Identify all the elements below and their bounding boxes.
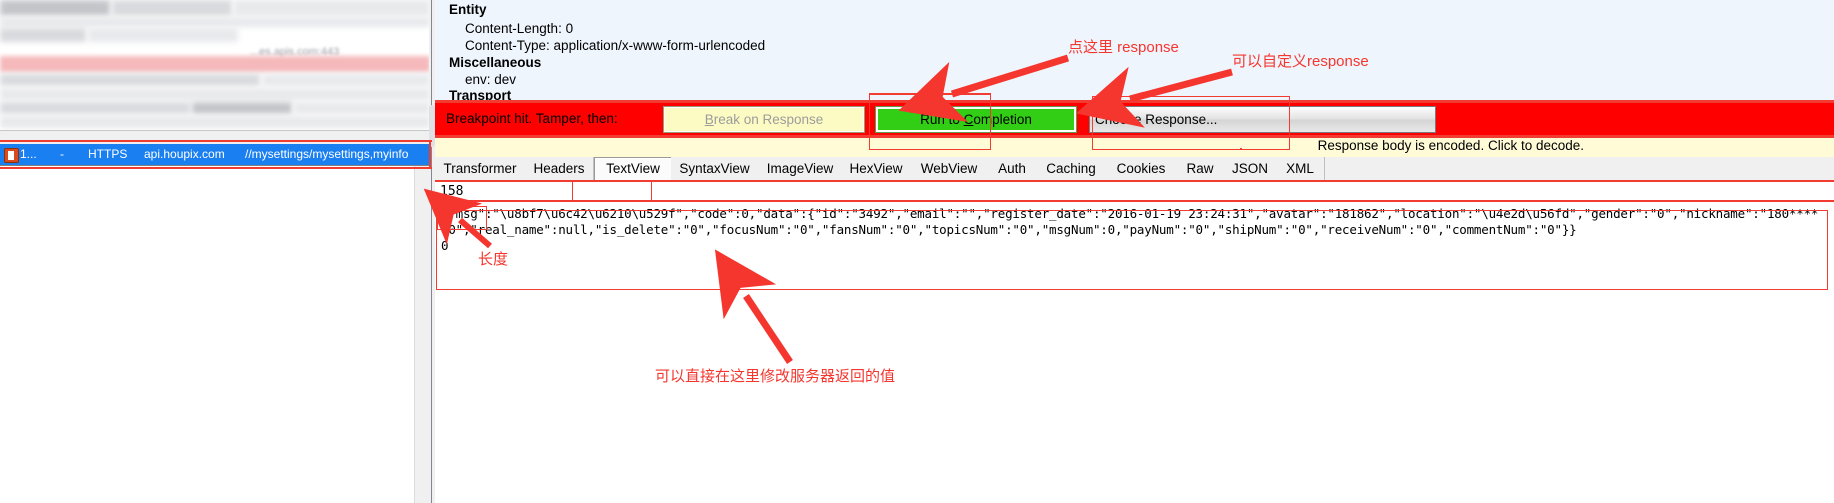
- body-line-3[interactable]: 0: [441, 238, 449, 253]
- header-section-miscellaneous: Miscellaneous: [449, 55, 542, 70]
- breakpoint-message: Breakpoint hit. Tamper, then:: [446, 111, 618, 126]
- choose-response-dropdown[interactable]: Choose Response...: [1089, 106, 1436, 133]
- tab-auth[interactable]: Auth: [988, 157, 1037, 180]
- session-row[interactable]: 1... - HTTPS api.houpix.com //mysettings…: [0, 144, 429, 165]
- tab-textview[interactable]: TextView: [594, 157, 672, 182]
- session-url: //mysettings/mysettings,myinfo: [245, 147, 409, 161]
- break-on-response-accel: B: [704, 112, 714, 127]
- session-list-scrollbar[interactable]: [414, 166, 430, 503]
- session-list-empty-area[interactable]: [0, 166, 429, 503]
- run-to-completion-label: Run to: [920, 112, 964, 127]
- break-on-response-label: reak on Response: [713, 112, 824, 127]
- header-content-length: Content-Length: 0: [465, 21, 574, 36]
- body-length-value: 158: [440, 184, 464, 199]
- tab-raw[interactable]: Raw: [1176, 157, 1225, 180]
- session-result: -: [60, 147, 64, 161]
- request-headers-area[interactable]: Entity Content-Length: 0 Content-Type: a…: [435, 0, 1834, 103]
- tab-json[interactable]: JSON: [1224, 157, 1277, 180]
- session-protocol: HTTPS: [88, 147, 128, 161]
- session-protocol-icon: [4, 148, 19, 163]
- header-section-entity: Entity: [449, 2, 487, 17]
- encoded-notice-bar[interactable]: Response body is encoded. Click to decod…: [435, 135, 1834, 157]
- run-to-completion-label-rest: ompletion: [973, 112, 1032, 127]
- tab-headers[interactable]: Headers: [525, 157, 594, 180]
- choose-response-label: Choose Response...: [1095, 112, 1218, 127]
- break-on-response-button[interactable]: Break on Response: [663, 106, 865, 133]
- response-body-editor[interactable]: 158 {"msg":"\u8bf7\u6c42\u6210\u529f","c…: [435, 181, 1834, 503]
- tab-imageview[interactable]: ImageView: [758, 157, 843, 180]
- tab-caching[interactable]: Caching: [1036, 157, 1107, 180]
- session-list-pane[interactable]: ...es.apis.com:443 1... - HTTPS api.houp…: [0, 0, 430, 503]
- header-content-type: Content-Type: application/x-www-form-url…: [465, 38, 766, 53]
- body-line-2[interactable]: 70","real_name":null,"is_delete":"0","fo…: [441, 222, 1577, 237]
- body-line-1[interactable]: {"msg":"\u8bf7\u6c42\u6210\u529f","code"…: [441, 206, 1818, 221]
- inspector-pane: Entity Content-Length: 0 Content-Type: a…: [435, 0, 1834, 503]
- session-host: api.houpix.com: [144, 147, 225, 161]
- encoded-notice-text[interactable]: Response body is encoded. Click to decod…: [1318, 138, 1584, 153]
- tab-syntaxview[interactable]: SyntaxView: [671, 157, 759, 180]
- session-id: 1...: [20, 147, 37, 161]
- tab-cookies[interactable]: Cookies: [1106, 157, 1177, 180]
- blurred-session-grid: ...es.apis.com:443: [0, 0, 430, 130]
- header-env: env: dev: [465, 72, 517, 87]
- breakpoint-bar: Breakpoint hit. Tamper, then: Break on R…: [435, 103, 1834, 135]
- header-section-transport: Transport: [449, 88, 512, 103]
- run-to-completion-button[interactable]: Run to Completion: [875, 106, 1077, 133]
- tab-xml[interactable]: XML: [1276, 157, 1325, 180]
- tab-hexview[interactable]: HexView: [842, 157, 911, 180]
- tab-transformer[interactable]: Transformer: [435, 157, 526, 180]
- tab-webview[interactable]: WebView: [910, 157, 989, 180]
- inspector-tabstrip[interactable]: Transformer Headers TextView SyntaxView …: [435, 157, 1834, 182]
- run-to-completion-accel: C: [963, 112, 974, 127]
